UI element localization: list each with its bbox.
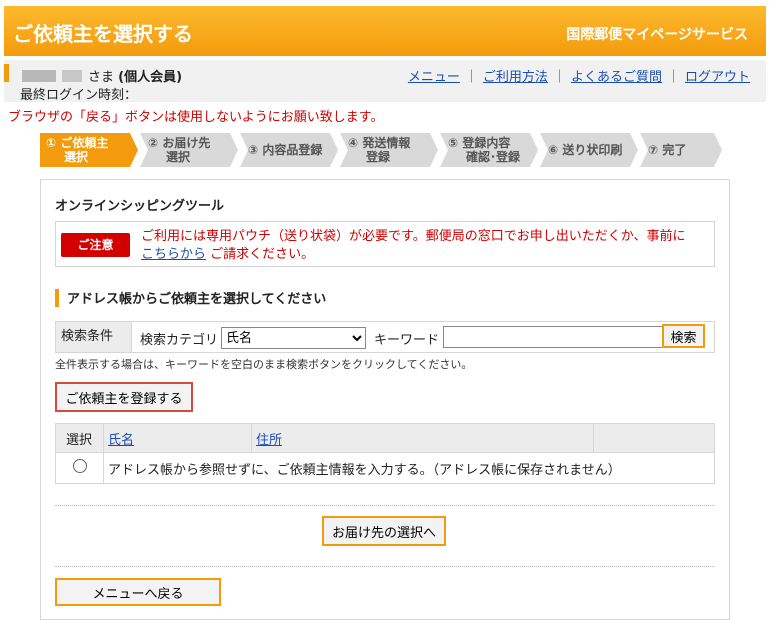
keyword-label: キーワード [374, 333, 440, 348]
step-indicator: ① ご依頼主 選択 ② お届け先 選択 ③ 内容品登録 ④ 発送情報 登録 ⑤ 登録内… [40, 133, 724, 167]
tool-title: オンラインシッピングツール [55, 199, 225, 214]
address-table: 選択 氏名 住所 アドレス帳から参照せずに、ご依頼主情報を入力する。（アドレス帳… [55, 423, 715, 484]
select-cell [55, 452, 104, 484]
header-nav: メニュー ｜ ご利用方法 ｜ よくあるご質問 ｜ ログアウト [408, 66, 750, 85]
next-destination-button[interactable]: お届け先の選択へ [322, 516, 446, 546]
service-name: 国際郵便マイページサービス [566, 27, 748, 43]
step-1: ① ご依頼主 選択 [40, 133, 138, 167]
accent-bar [4, 64, 9, 82]
table-row: アドレス帳から参照せずに、ご依頼主情報を入力する。（アドレス帳に保存されません） [55, 452, 715, 484]
step-5: ⑤ 登録内容 確認･登録 [440, 133, 538, 167]
page-header: ご依頼主を選択する 国際郵便マイページサービス [4, 6, 766, 56]
notice-text: ご利用には専用パウチ（送り状袋）が必要です。郵便局の窓口でお申し出いただくか、事… [141, 229, 686, 262]
step-3: ③ 内容品登録 [240, 133, 338, 167]
honorific: さま [88, 70, 115, 85]
search-category-label: 検索カテゴリ [140, 333, 219, 348]
section-accent-bar [55, 289, 59, 307]
notice-box: ご注意 ご利用には専用パウチ（送り状袋）が必要です。郵便局の窓口でお申し出いただ… [55, 221, 715, 267]
register-sender-button[interactable]: ご依頼主を登録する [55, 382, 193, 412]
sort-by-address-link[interactable]: 住所 [256, 433, 282, 448]
step-7: ⑦ 完了 [640, 133, 722, 167]
table-header-row: 選択 氏名 住所 [55, 423, 715, 453]
search-hint: 全件表示する場合は、キーワードを空白のまま検索ボタンをクリックしてください。 [55, 358, 473, 371]
manual-entry-radio[interactable] [72, 459, 87, 473]
page-title: ご依頼主を選択する [13, 22, 193, 46]
select-column-header: 選択 [55, 423, 104, 453]
user-name: さま (個人会員) [22, 66, 182, 85]
masked-name-part [62, 70, 82, 82]
section-title: アドレス帳からご依頼主を選択してください [55, 288, 326, 307]
divider [55, 505, 715, 506]
menu-link[interactable]: メニュー [408, 70, 460, 85]
member-type: (個人会員) [118, 70, 183, 85]
sort-by-name-link[interactable]: 氏名 [108, 433, 134, 448]
name-column-header: 氏名 [103, 423, 252, 453]
pouch-request-link[interactable]: こちらから [141, 247, 206, 262]
search-form: 検索条件 検索カテゴリ 氏名 キーワード 検索 [55, 321, 715, 353]
step-4: ④ 発送情報 登録 [340, 133, 438, 167]
last-login-label: 最終ログイン時刻： [20, 88, 138, 103]
search-condition-label: 検索条件 [56, 322, 132, 352]
nav-separator: ｜ [666, 70, 680, 85]
usage-link[interactable]: ご利用方法 [483, 70, 548, 85]
address-column-header: 住所 [251, 423, 594, 453]
back-to-menu-button[interactable]: メニューへ戻る [55, 578, 221, 606]
faq-link[interactable]: よくあるご質問 [571, 70, 662, 85]
keyword-input[interactable] [443, 326, 665, 348]
user-bar: さま (個人会員) 最終ログイン時刻： メニュー ｜ ご利用方法 ｜ よくあるご質問 ｜ ロ… [4, 60, 766, 103]
masked-name-part [22, 70, 56, 82]
back-button-warning: ブラウザの「戻る」ボタンは使用しないようにお願い致します。 [8, 110, 384, 125]
step-6: ⑥ 送り状印刷 [540, 133, 638, 167]
divider [55, 566, 715, 567]
step-2: ② お届け先 選択 [140, 133, 238, 167]
search-button[interactable]: 検索 [662, 324, 705, 348]
search-category-select[interactable]: 氏名 [221, 327, 366, 349]
empty-column-header [593, 423, 715, 453]
logout-link[interactable]: ログアウト [685, 70, 750, 85]
nav-separator: ｜ [552, 70, 566, 85]
manual-entry-text: アドレス帳から参照せずに、ご依頼主情報を入力する。（アドレス帳に保存されません） [103, 452, 715, 484]
nav-separator: ｜ [464, 70, 478, 85]
notice-badge: ご注意 [61, 233, 130, 257]
